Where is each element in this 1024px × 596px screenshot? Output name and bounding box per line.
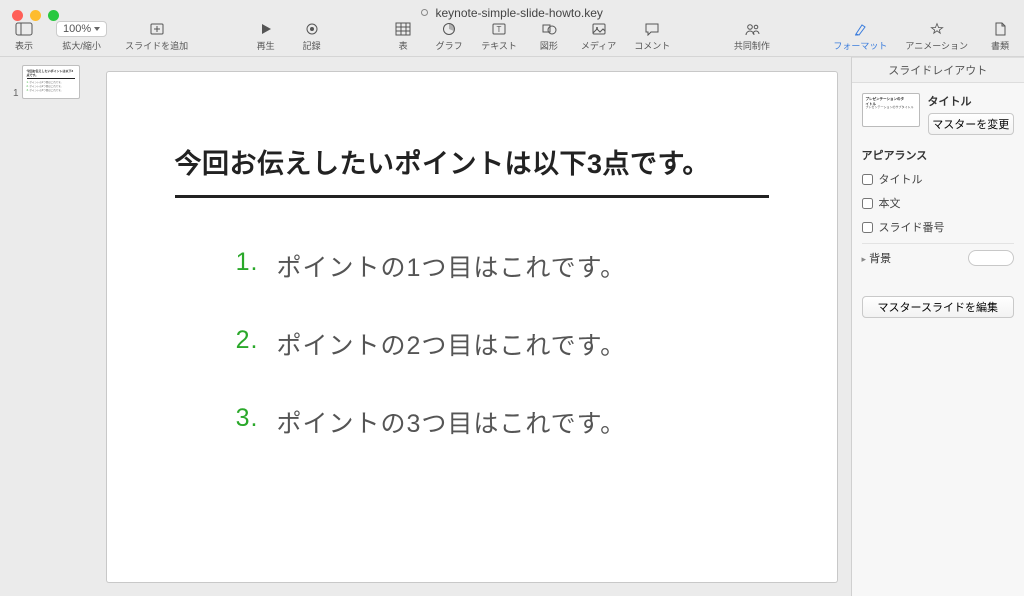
slide-title[interactable]: 今回お伝えしたいポイントは以下3点です。 (175, 142, 769, 181)
play-button[interactable]: 再生 (252, 21, 280, 52)
checkbox-slidenum-row[interactable]: スライド番号 (862, 219, 1014, 235)
record-icon (303, 21, 321, 37)
thumbnail-preview[interactable]: 今回お伝えしたいポイントは以下3点です。 1. ポイントの1つ目はこれです。 2… (22, 65, 80, 99)
slide[interactable]: 今回お伝えしたいポイントは以下3点です。 1. ポイントの1つ目はこれです。 2… (107, 72, 837, 582)
svg-text:T: T (497, 25, 502, 34)
thumbnail-item[interactable]: 1 今回お伝えしたいポイントは以下3点です。 1. ポイントの1つ目はこれです。… (13, 65, 80, 99)
inspector-section-title: スライドレイアウト (852, 57, 1024, 83)
list-number: 2. (231, 326, 259, 362)
edit-master-button[interactable]: マスタースライドを編集 (862, 296, 1014, 318)
list-text: ポイントの3つ目はこれです。 (277, 404, 627, 440)
edited-indicator-icon (421, 9, 428, 16)
zoom-value: 100% (63, 23, 91, 35)
animate-tab-button[interactable]: アニメーション (905, 21, 968, 52)
collaborate-label: 共同制作 (734, 39, 770, 52)
comment-label: コメント (634, 39, 670, 52)
slide-body-list[interactable]: 1. ポイントの1つ目はこれです。 2. ポイントの2つ目はこれです。 3. ポ… (175, 248, 769, 440)
title-underline (175, 195, 769, 198)
chevron-down-icon (94, 27, 100, 31)
list-number: 1. (231, 248, 259, 284)
background-row[interactable]: ▸ 背景 (862, 243, 1014, 266)
list-item[interactable]: 2. ポイントの2つ目はこれです。 (231, 326, 769, 362)
plus-icon (148, 21, 166, 37)
text-button[interactable]: T テキスト (481, 21, 517, 52)
checkbox-slidenum[interactable] (862, 222, 873, 233)
appearance-heading: アピアランス (862, 147, 1014, 163)
master-thumbnail[interactable]: プレゼンテーションのタ イトル プレゼンテーションのサブタイトル (862, 93, 920, 127)
view-button[interactable]: 表示 (10, 21, 38, 52)
zoom-value-control[interactable]: 100% (56, 21, 107, 37)
shape-icon (540, 21, 558, 37)
media-icon (590, 21, 608, 37)
main-toolbar: 表示 100% 拡大/縮小 スライドを追加 再生 記録 表 グラフ (0, 22, 1024, 56)
list-item[interactable]: 1. ポイントの1つ目はこれです。 (231, 248, 769, 284)
text-label: テキスト (481, 39, 517, 52)
record-button[interactable]: 記録 (298, 21, 326, 52)
shape-label: 図形 (540, 39, 558, 52)
animate-label: アニメーション (905, 39, 968, 52)
chart-label: グラフ (436, 39, 463, 52)
view-label: 表示 (15, 39, 33, 52)
thumbnail-index: 1 (13, 88, 19, 99)
play-label: 再生 (257, 39, 275, 52)
table-icon (394, 21, 412, 37)
chart-icon (440, 21, 458, 37)
disclosure-triangle-icon[interactable]: ▸ (862, 254, 867, 264)
change-master-button[interactable]: マスターを変更 (928, 113, 1014, 135)
list-text: ポイントの2つ目はこれです。 (277, 326, 627, 362)
zoom-button[interactable]: 100% 拡大/縮小 (56, 21, 107, 52)
add-slide-button[interactable]: スライドを追加 (125, 21, 188, 52)
view-icon (15, 21, 33, 37)
checkbox-slidenum-label: スライド番号 (879, 219, 945, 235)
window-titlebar: keynote-simple-slide-howto.key (0, 6, 1024, 20)
document-label: 書類 (991, 39, 1009, 52)
table-label: 表 (399, 39, 408, 52)
animate-icon (928, 21, 946, 37)
checkbox-body-label: 本文 (879, 195, 901, 211)
checkbox-body-row[interactable]: 本文 (862, 195, 1014, 211)
background-label: 背景 (869, 253, 891, 265)
list-text: ポイントの1つ目はこれです。 (277, 248, 627, 284)
document-icon (991, 21, 1009, 37)
collaborate-button[interactable]: 共同制作 (734, 21, 770, 52)
play-icon (257, 21, 275, 37)
document-filename: keynote-simple-slide-howto.key (435, 6, 602, 20)
format-icon (851, 21, 869, 37)
media-button[interactable]: メディア (581, 21, 616, 52)
slide-navigator[interactable]: 1 今回お伝えしたいポイントは以下3点です。 1. ポイントの1つ目はこれです。… (0, 57, 93, 596)
format-tab-button[interactable]: フォーマット (833, 21, 887, 52)
record-label: 記録 (303, 39, 321, 52)
list-item[interactable]: 3. ポイントの3つ目はこれです。 (231, 404, 769, 440)
document-tab-button[interactable]: 書類 (986, 21, 1014, 52)
chart-button[interactable]: グラフ (435, 21, 463, 52)
checkbox-title-row[interactable]: タイトル (862, 171, 1014, 187)
table-button[interactable]: 表 (389, 21, 417, 52)
format-label: フォーマット (833, 39, 887, 52)
add-slide-label: スライドを追加 (125, 39, 188, 52)
comment-button[interactable]: コメント (634, 21, 670, 52)
checkbox-title[interactable] (862, 174, 873, 185)
zoom-label: 拡大/縮小 (62, 39, 101, 52)
background-color-swatch[interactable] (968, 250, 1014, 266)
inspector-panel: スライドレイアウト プレゼンテーションのタ イトル プレゼンテーションのサブタイ… (851, 57, 1024, 596)
media-label: メディア (581, 39, 616, 52)
collaborate-icon (743, 21, 761, 37)
list-number: 3. (231, 404, 259, 440)
checkbox-body[interactable] (862, 198, 873, 209)
slide-canvas[interactable]: 今回お伝えしたいポイントは以下3点です。 1. ポイントの1つ目はこれです。 2… (93, 57, 851, 596)
layout-title-label: タイトル (928, 93, 1014, 109)
shape-button[interactable]: 図形 (535, 21, 563, 52)
comment-icon (643, 21, 661, 37)
text-icon: T (490, 21, 508, 37)
checkbox-title-label: タイトル (879, 171, 923, 187)
